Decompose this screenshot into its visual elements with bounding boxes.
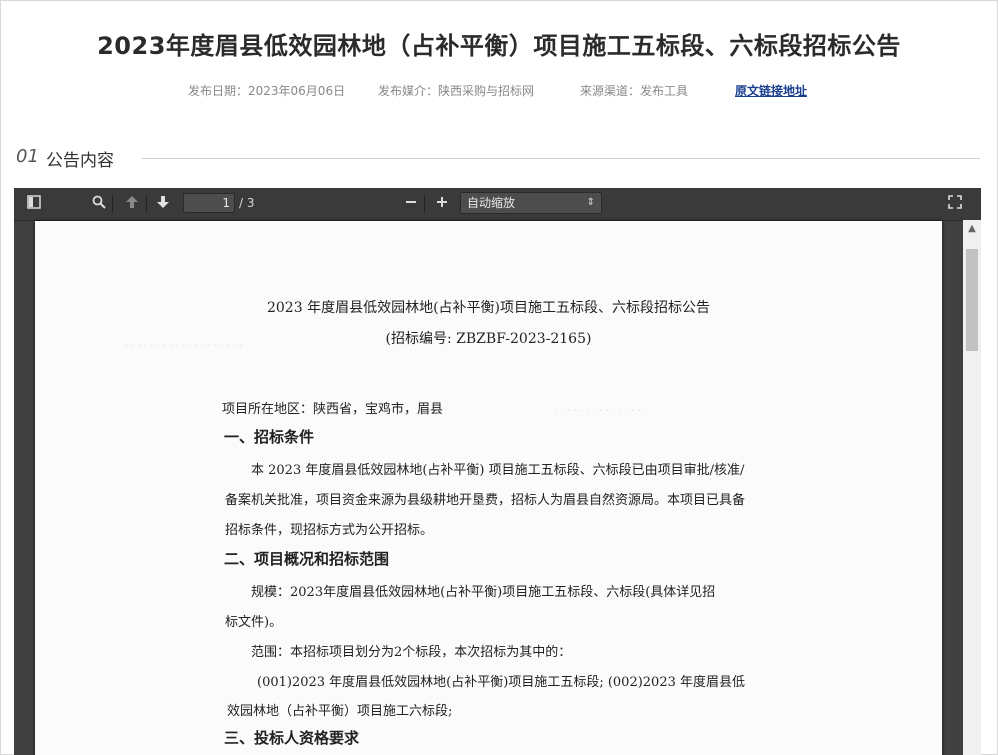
page-title: 2023年度眉县低效园林地（占补平衡）项目施工五标段、六标段招标公告 (97, 32, 901, 60)
chevron-updown-icon: ⇕ (586, 197, 595, 208)
pdf-scrollbar[interactable]: ▲ (963, 220, 981, 755)
page-number-input[interactable]: 1 (183, 193, 235, 213)
publish-media: 发布媒介：陕西采购与招标网 (378, 84, 535, 98)
previous-page-icon[interactable] (122, 194, 142, 214)
source-link[interactable]: 原文链接地址 (735, 82, 807, 99)
toolbar-separator (146, 196, 147, 212)
paragraph-line: 范围：本招标项目划分为2个标段，本次招标为其中的： (251, 645, 572, 660)
paragraph-line: 规模：2023年度眉县低效园林地(占补平衡)项目施工五标段、六标段(具体详见招 (251, 585, 716, 600)
section-heading: 一、招标条件 (224, 428, 315, 446)
zoom-out-icon[interactable] (401, 194, 421, 214)
document-title: 2023 年度眉县低效园林地(占补平衡)项目施工五标段、六标段招标公告 (266, 300, 710, 316)
paragraph-line: 备案机关批准，项目资金来源为县级耕地开垦费，招标人为眉县自然资源局。本项目已具备 (225, 493, 746, 508)
pdf-page: · · · · · · · · · · · · · · · · · · · · … (35, 221, 942, 755)
section-title: 公告内容 (46, 151, 114, 171)
search-icon[interactable] (89, 194, 109, 214)
paragraph-line: 标文件)。 (225, 615, 283, 630)
scroll-thumb[interactable] (966, 249, 978, 351)
zoom-select[interactable]: 自动缩放 ⇕ (460, 192, 602, 214)
pdf-toolbar: 1 / 3 自动缩放 ⇕ (14, 188, 981, 221)
next-page-icon[interactable] (153, 194, 173, 214)
section-number: 01 (16, 146, 39, 167)
toolbar-separator (112, 196, 113, 212)
document-location: 项目所在地区：陕西省，宝鸡市，眉县 (222, 402, 444, 417)
paragraph-line: 招标条件，现招标方式为公开招标。 (225, 523, 434, 538)
paragraph-line: 效园林地（占补平衡）项目施工六标段; (227, 704, 453, 719)
zoom-select-value: 自动缩放 (467, 196, 516, 210)
zoom-in-icon[interactable] (432, 194, 452, 214)
source-channel: 来源渠道：发布工具 (580, 84, 689, 98)
paragraph-line: (001)2023 年度眉县低效园林地(占补平衡)项目施工五标段; (002)2… (257, 675, 746, 690)
pdf-page-content: · · · · · · · · · · · · · · · · · · · · … (35, 221, 942, 755)
section-heading: 三、投标人资格要求 (224, 729, 360, 747)
pdf-viewer: 1 / 3 自动缩放 ⇕ · · · · · · · · · · · · · ·… (14, 188, 981, 755)
scroll-up-icon[interactable]: ▲ (963, 220, 981, 238)
fullscreen-icon[interactable] (945, 194, 965, 214)
sidebar-toggle-icon[interactable] (24, 194, 44, 214)
paragraph-line: 本 2023 年度眉县低效园林地(占补平衡) 项目施工五标段、六标段已由项目审批… (251, 463, 745, 478)
section-divider (142, 158, 980, 159)
section-heading: 二、项目概况和招标范围 (224, 550, 390, 568)
scan-bleed: · · · · · · · · · · · · · · · (555, 406, 648, 417)
document-code: (招标编号: ZBZBF-2023-2165) (385, 331, 592, 347)
toolbar-separator (424, 196, 425, 212)
publish-date: 发布日期：2023年06月06日 (188, 84, 346, 98)
page-total: / 3 (239, 196, 255, 210)
